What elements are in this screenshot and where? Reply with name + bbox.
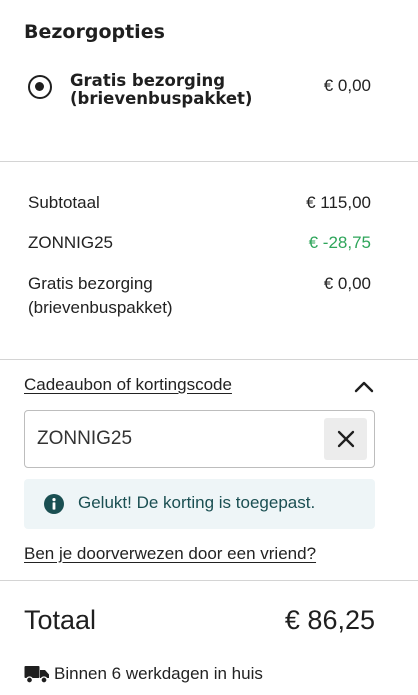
total-label: Totaal [24,605,97,635]
truck-icon [24,666,49,684]
shipping-value: € 0,00 [323,274,371,293]
coupon-field [24,410,375,468]
delivery-option-radio[interactable] [28,75,52,99]
referral-link[interactable]: Ben je doorverwezen door een vriend? [24,544,316,564]
subtotal-label: Subtotaal [28,193,100,212]
subtotal-value: € 115,00 [306,193,371,212]
divider [0,359,418,360]
total-value: € 86,25 [284,605,375,635]
discount-code-label: ZONNIG25 [28,233,114,252]
delivery-time-text: Binnen 6 werkdagen in huis [54,664,263,683]
divider [0,161,418,162]
shipping-label: Gratis bezorging (brievenbuspakket) [28,274,173,317]
coupon-input[interactable] [37,425,317,453]
radio-selected-dot [35,82,44,91]
success-notice: Gelukt! De korting is toegepast. [24,479,375,529]
clear-coupon-button[interactable] [324,418,367,460]
coupon-toggle-link[interactable]: Cadeaubon of kortingscode [24,375,232,395]
divider [0,580,418,581]
info-icon [44,494,64,514]
close-icon [337,430,354,448]
discount-value: € -28,75 [308,233,371,252]
delivery-options-heading: Bezorgopties [24,21,165,43]
notice-text: Gelukt! De korting is toegepast. [78,493,316,512]
delivery-option-label[interactable]: Gratis bezorging (brievenbuspakket) [70,72,290,108]
chevron-up-icon[interactable] [353,378,375,394]
delivery-option-price: € 0,00 [323,76,371,95]
